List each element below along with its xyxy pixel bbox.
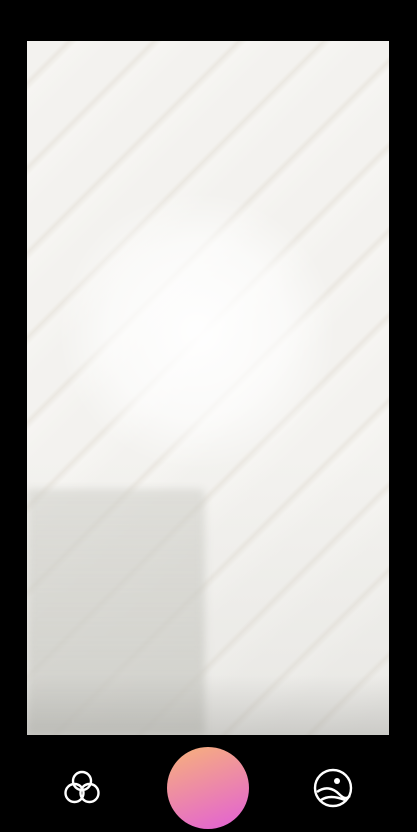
camera-screen	[0, 0, 417, 832]
filters-icon	[64, 770, 100, 804]
viewfinder-light-glow	[57, 191, 337, 471]
gallery-icon	[313, 768, 353, 808]
camera-viewfinder[interactable]	[27, 41, 389, 735]
gallery-button[interactable]	[309, 764, 357, 812]
viewfinder-bottom-fade	[27, 675, 389, 735]
filters-button[interactable]	[58, 764, 106, 812]
camera-controls	[0, 735, 417, 832]
shutter-button[interactable]	[167, 747, 249, 829]
